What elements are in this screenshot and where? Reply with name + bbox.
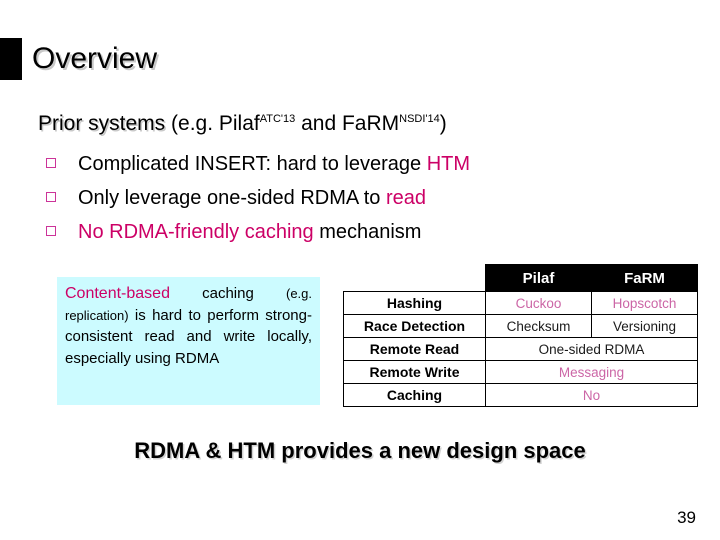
bullet-highlight: No RDMA-friendly caching xyxy=(78,221,314,243)
table-header-row: Pilaf FaRM xyxy=(344,264,698,292)
cell-remote-read-both: One-sided RDMA xyxy=(485,337,698,361)
bullet-plain-b: mechanism xyxy=(313,221,422,243)
bullet-list: Complicated INSERT: hard to leverage HTM… xyxy=(46,150,606,252)
cell-race-detection-pilaf: Checksum xyxy=(485,314,592,338)
cell-remote-write-both: Messaging xyxy=(485,360,698,384)
table-row: Remote Write Messaging xyxy=(343,360,698,384)
row-label-race-detection: Race Detection xyxy=(343,314,486,338)
table-row: Remote Read One-sided RDMA xyxy=(343,337,698,361)
bullet-plain-a: Only leverage one-sided RDMA to xyxy=(78,187,386,209)
list-item: Only leverage one-sided RDMA to read xyxy=(46,184,606,218)
page-number: 39 xyxy=(677,508,696,527)
title-accent-bar xyxy=(0,38,22,80)
table-row: Hashing Cuckoo Hopscotch xyxy=(343,291,698,315)
cell-hashing-farm: Hopscotch xyxy=(591,291,698,315)
bullet-highlight: HTM xyxy=(426,153,471,175)
row-label-remote-read: Remote Read xyxy=(343,337,486,361)
table-row: Caching No xyxy=(343,383,698,407)
lead-text-before: (e.g. Pilaf xyxy=(165,112,260,135)
citation-pilaf: ATC'13 xyxy=(259,113,296,125)
bullet-highlight: read xyxy=(385,187,426,209)
lead-text-middle: and FaRM xyxy=(295,112,400,135)
page-title: Overview xyxy=(32,42,158,75)
square-bullet-icon xyxy=(46,192,56,202)
citation-farm: NSDI'14 xyxy=(399,113,440,125)
callout-lead-term: Content-based xyxy=(65,285,170,302)
row-label-remote-write: Remote Write xyxy=(343,360,486,384)
lead-text-after: ) xyxy=(439,112,447,135)
list-item-text: Only leverage one-sided RDMA to read xyxy=(78,184,426,212)
list-item-text: No RDMA-friendly caching mechanism xyxy=(78,218,421,246)
square-bullet-icon xyxy=(46,226,56,236)
square-bullet-icon xyxy=(46,158,56,168)
callout-text: Content-based caching (e.g. replication)… xyxy=(65,283,312,369)
lead-line: Prior systems (e.g. PilafATC'13 and FaRM… xyxy=(38,110,447,138)
comparison-table: Pilaf FaRM Hashing Cuckoo Hopscotch Race… xyxy=(343,264,698,407)
column-header-farm: FaRM xyxy=(591,264,698,292)
list-item: No RDMA-friendly caching mechanism xyxy=(46,218,606,252)
row-label-hashing: Hashing xyxy=(343,291,486,315)
cell-race-detection-farm: Versioning xyxy=(591,314,698,338)
conclusion-text: RDMA & HTM provides a new design space xyxy=(134,438,586,463)
list-item-text: Complicated INSERT: hard to leverage HTM xyxy=(78,150,470,178)
row-label-caching: Caching xyxy=(343,383,486,407)
bullet-plain-a: Complicated INSERT: hard to leverage xyxy=(78,153,427,175)
callout-part1: caching xyxy=(169,285,286,302)
cell-caching-both: No xyxy=(485,383,698,407)
list-item: Complicated INSERT: hard to leverage HTM xyxy=(46,150,606,184)
table-corner-cell xyxy=(344,265,486,292)
callout-box: Content-based caching (e.g. replication)… xyxy=(57,277,320,405)
lead-emphasis: Prior systems xyxy=(38,112,166,135)
table-row: Race Detection Checksum Versioning xyxy=(343,314,698,338)
cell-hashing-pilaf: Cuckoo xyxy=(485,291,592,315)
column-header-pilaf: Pilaf xyxy=(485,264,592,292)
